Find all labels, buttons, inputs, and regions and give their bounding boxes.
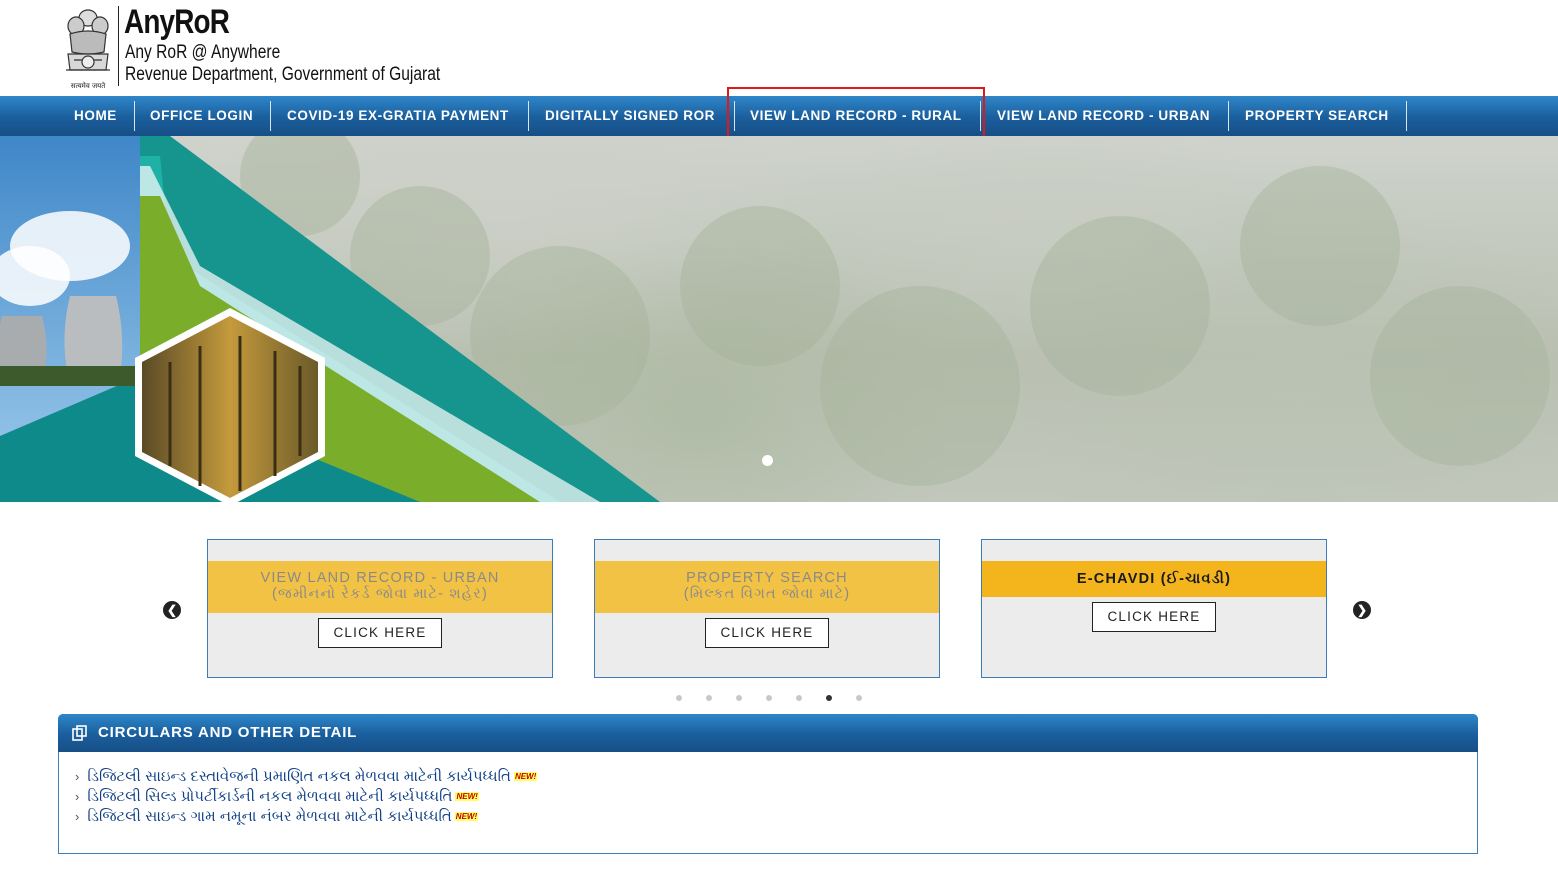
nav-separator xyxy=(134,101,135,131)
nav-home[interactable]: HOME xyxy=(74,96,117,136)
nav-view-land-record-rural[interactable]: VIEW LAND RECORD - RURAL xyxy=(750,96,962,136)
documents-icon xyxy=(72,725,87,741)
card-subtitle: (જમીનનો રેકર્ડ જોવા માટે- શહેર) xyxy=(272,586,488,602)
card-title: E-CHAVDI (ઈ-ચાવડી) xyxy=(1076,571,1232,587)
nav-separator xyxy=(1406,101,1407,131)
chevron-left-icon[interactable]: ❮ xyxy=(163,601,181,619)
header-divider xyxy=(118,6,119,86)
nav-digitally-signed-ror[interactable]: DIGITALLY SIGNED ROR xyxy=(545,96,715,136)
carousel-dot[interactable] xyxy=(676,695,682,701)
chevron-right-icon: › xyxy=(75,789,80,804)
site-title: AnyRoR xyxy=(124,3,230,41)
carousel-dot[interactable] xyxy=(766,695,772,701)
main-nav: HOME OFFICE LOGIN COVID-19 EX-GRATIA PAY… xyxy=(0,96,1558,136)
card-view-land-record-urban: VIEW LAND RECORD - URBAN (જમીનનો રેકર્ડ … xyxy=(207,539,553,678)
circular-text: ડિજિટલી સિલ્ડ પ્રોપર્ટીકાર્ડની નકલ મેળવવ… xyxy=(87,788,453,805)
banner-image xyxy=(0,136,1550,502)
chevron-right-icon: › xyxy=(75,809,80,824)
click-here-button[interactable]: CLICK HERE xyxy=(318,618,442,648)
carousel-dot[interactable] xyxy=(856,695,862,701)
ashoka-emblem-icon: सत्यमेव जयते xyxy=(66,9,110,90)
new-badge: NEW! xyxy=(513,772,538,782)
nav-property-search[interactable]: PROPERTY SEARCH xyxy=(1245,96,1389,136)
nav-separator xyxy=(980,101,981,131)
chevron-right-icon: › xyxy=(75,769,80,784)
card-header: VIEW LAND RECORD - URBAN (જમીનનો રેકર્ડ … xyxy=(208,561,552,613)
card-title: PROPERTY SEARCH xyxy=(686,570,848,586)
nav-office-login[interactable]: OFFICE LOGIN xyxy=(150,96,253,136)
circulars-title: CIRCULARS AND OTHER DETAIL xyxy=(98,724,358,741)
circulars-panel: CIRCULARS AND OTHER DETAIL › ડિજિટલી સાઇન… xyxy=(58,714,1478,854)
chevron-right-icon[interactable]: ❯ xyxy=(1353,601,1371,619)
card-subtitle: (મિલ્કત વિગત જોવા માટે) xyxy=(683,586,851,602)
circulars-header: CIRCULARS AND OTHER DETAIL xyxy=(58,714,1478,752)
card-header: PROPERTY SEARCH (મિલ્કત વિગત જોવા માટે) xyxy=(595,561,939,613)
nav-covid-ex-gratia[interactable]: COVID-19 EX-GRATIA PAYMENT xyxy=(287,96,509,136)
click-here-button[interactable]: CLICK HERE xyxy=(1092,602,1216,632)
site-tagline: Any RoR @ Anywhere xyxy=(125,42,281,63)
circular-link[interactable]: › ડિજિટલી સાઇન્ડ દસ્તાવેજની પ્રમાણિત નકલ … xyxy=(75,767,538,787)
banner-slide-dot[interactable] xyxy=(762,455,773,466)
nav-separator xyxy=(1228,101,1229,131)
carousel-dot-active[interactable] xyxy=(826,695,832,701)
circular-link[interactable]: › ડિજિટલી સિલ્ડ પ્રોપર્ટીકાર્ડની નકલ મેળવ… xyxy=(75,787,479,807)
carousel-dot[interactable] xyxy=(736,695,742,701)
banner-slider xyxy=(0,136,1558,502)
site-header: सत्यमेव जयते AnyRoR Any RoR @ Anywhere R… xyxy=(0,0,1558,96)
svg-text:सत्यमेव जयते: सत्यमेव जयते xyxy=(71,81,106,90)
nav-separator xyxy=(528,101,529,131)
carousel-dot[interactable] xyxy=(796,695,802,701)
site-department: Revenue Department, Government of Gujara… xyxy=(125,64,441,85)
nav-separator xyxy=(734,101,735,131)
carousel-dot[interactable] xyxy=(706,695,712,701)
nav-separator xyxy=(270,101,271,131)
click-here-button[interactable]: CLICK HERE xyxy=(705,618,829,648)
circular-text: ડિજિટલી સાઇન્ડ દસ્તાવેજની પ્રમાણિત નકલ મ… xyxy=(87,768,511,785)
card-e-chavdi: E-CHAVDI (ઈ-ચાવડી) CLICK HERE xyxy=(981,539,1327,678)
circular-link[interactable]: › ડિજિટલી સાઇન્ડ ગામ નમૂના નંબર મેળવવા મા… xyxy=(75,807,479,827)
circular-text: ડિજિટલી સાઇન્ડ ગામ નમૂના નંબર મેળવવા માટ… xyxy=(87,808,452,825)
new-badge: NEW! xyxy=(454,812,479,822)
nav-view-land-record-urban[interactable]: VIEW LAND RECORD - URBAN xyxy=(997,96,1210,136)
card-title: VIEW LAND RECORD - URBAN xyxy=(260,570,500,586)
card-property-search: PROPERTY SEARCH (મિલ્કત વિગત જોવા માટે) … xyxy=(594,539,940,678)
card-header: E-CHAVDI (ઈ-ચાવડી) xyxy=(982,561,1326,597)
new-badge: NEW! xyxy=(455,792,479,802)
